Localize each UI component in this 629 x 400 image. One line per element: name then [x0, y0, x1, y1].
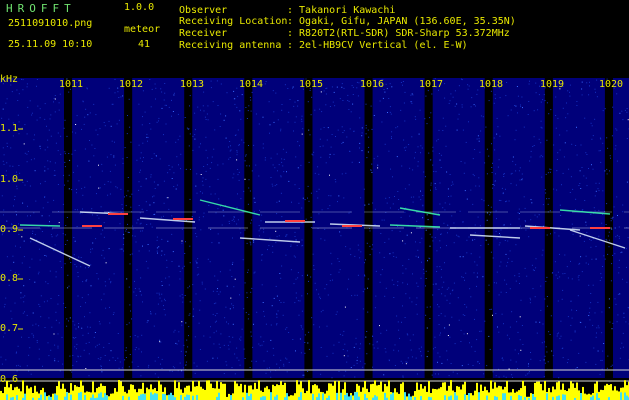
time-label: 1015 [299, 79, 324, 90]
y-tick-label: 1.1 [0, 123, 19, 134]
meteor-echo-trace [19, 224, 61, 227]
receiver-label: Receiver [179, 28, 228, 39]
y-tick-label: 1.0 [0, 174, 19, 185]
observer-label: Observer [179, 5, 228, 16]
file-name: 2511091010.png [8, 18, 93, 29]
hrofft-window: HROFFT 1.0.0 2511091010.png meteor 25.11… [0, 0, 629, 400]
y-tick-label: 0.8 [0, 273, 19, 284]
time-label: 1020 [599, 79, 624, 90]
time-label: 1016 [360, 79, 385, 90]
capture-datetime: 25.11.09 10:10 [8, 39, 93, 50]
frequency-unit-label: kHz [0, 74, 19, 85]
time-label: 1013 [180, 79, 205, 90]
receiver-value: : R820T2(RTL-SDR) SDR-Sharp 53.372MHz [287, 28, 510, 39]
time-label: 1017 [419, 79, 444, 90]
meteor-count-value: 41 [138, 39, 151, 50]
antenna-label: Receiving antenna [179, 40, 282, 51]
antenna-value: : 2el-HB9CV Vertical (el. E-W) [287, 40, 468, 51]
meteor-count-label: meteor [124, 24, 161, 35]
app-title: HROFFT [6, 2, 76, 15]
spectrogram-canvas [0, 0, 629, 400]
time-label: 1019 [540, 79, 565, 90]
y-tick-label: 0.7 [0, 323, 19, 334]
y-tick-label: 0.9 [0, 224, 19, 235]
y-tick-label: 0.6 [0, 374, 19, 385]
time-label: 1018 [479, 79, 504, 90]
time-label: 1011 [59, 79, 84, 90]
time-label: 1014 [239, 79, 264, 90]
location-value: : Ogaki, Gifu, JAPAN (136.60E, 35.35N) [287, 16, 516, 27]
app-version: 1.0.0 [124, 2, 155, 13]
time-label: 1012 [119, 79, 144, 90]
location-label: Receiving Location [179, 16, 288, 27]
observer-value: : Takanori Kawachi [287, 5, 396, 16]
